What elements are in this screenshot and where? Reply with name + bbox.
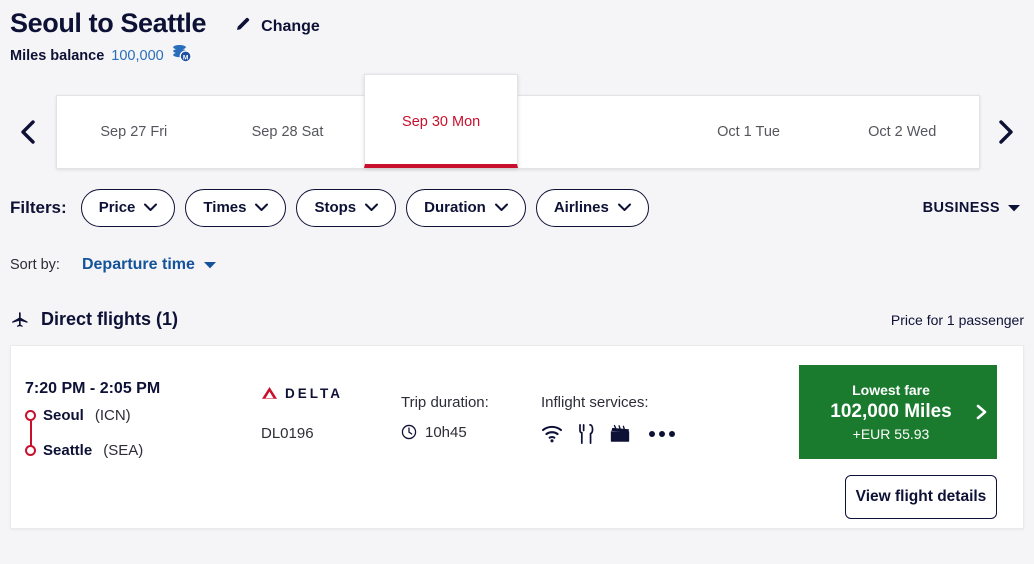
airline-column: DELTA DL0196 [261, 380, 401, 462]
service-icons [541, 423, 675, 444]
origin-dot-icon [25, 410, 36, 422]
destination-stop: Seattle (SEA) [25, 440, 261, 462]
fare-chevron [965, 402, 997, 422]
svg-text:M: M [183, 54, 189, 61]
origin-stop: Seoul (ICN) [25, 405, 261, 427]
services-title: Inflight services: [541, 393, 649, 411]
view-flight-details-button[interactable]: View flight details [845, 474, 997, 519]
filter-chip-duration-label: Duration [424, 199, 486, 217]
destination-dot-icon [25, 445, 36, 457]
filter-chip-stops-label: Stops [314, 199, 357, 217]
filter-chip-times[interactable]: Times [185, 188, 287, 227]
results-header: Direct flights (1) Price for 1 passenger [0, 306, 1034, 334]
page-title: Seoul to Seattle [10, 8, 207, 38]
lowest-fare-button[interactable]: Lowest fare 102,000 Miles +EUR 55.93 [799, 364, 997, 459]
entertainment-icon [610, 425, 630, 443]
date-tab-3-selected[interactable]: Sep 30 Mon [364, 73, 518, 168]
filters-row: Filters: Price Times Stops Duration Airl… [0, 188, 1034, 228]
flight-times-column: 7:20 PM - 2:05 PM Seoul (ICN) Seattle (S… [25, 380, 261, 462]
chevron-right-icon [999, 120, 1013, 144]
filter-chip-times-label: Times [203, 199, 247, 217]
caret-down-icon [1008, 204, 1020, 212]
page-header: Seoul to Seattle Change Miles balance 10… [0, 0, 1034, 68]
direct-flights-title: Direct flights (1) [41, 309, 179, 330]
origin-code: (ICN) [94, 407, 131, 425]
cabin-class-selector[interactable]: BUSINESS [923, 200, 1024, 216]
filter-chip-price-label: Price [98, 199, 136, 217]
sort-value-label: Departure time [81, 255, 195, 273]
next-dates-button[interactable] [978, 96, 1034, 168]
origin-city: Seoul [43, 407, 84, 425]
duration-value-row: 10h45 [401, 424, 541, 441]
flight-route: Seoul (ICN) Seattle (SEA) [25, 405, 261, 462]
miles-balance-value: 100,000 [111, 47, 164, 64]
sort-label: Sort by: [10, 256, 60, 273]
airplane-icon [12, 311, 28, 327]
destination-city: Seattle [43, 442, 93, 460]
chevron-down-icon [494, 203, 508, 212]
change-label: Change [261, 17, 320, 35]
chevron-down-icon [144, 203, 158, 212]
duration-column: Trip duration: 10h45 [401, 380, 541, 462]
miles-balance: Miles balance 100,000 M [10, 44, 1034, 68]
caret-down-icon [203, 261, 216, 269]
more-services-icon[interactable] [649, 430, 675, 437]
clock-icon [401, 425, 417, 440]
date-tabs: Sep 27 Fri Sep 28 Sat Sep 29 Sun Sep 30 … [56, 73, 980, 169]
duration-value: 10h45 [425, 423, 467, 441]
filter-chip-stops[interactable]: Stops [296, 188, 397, 227]
date-tab-4[interactable]: Oct 1 Tue [672, 96, 826, 168]
chevron-left-icon [21, 120, 35, 144]
chevron-down-icon [365, 203, 379, 212]
fare-label: Lowest fare [852, 381, 930, 398]
date-strip-container: Sep 27 Fri Sep 28 Sat Sep 29 Sun Sep 30 … [0, 73, 1034, 178]
services-column: Inflight services: [541, 380, 675, 462]
fare-miles: 102,000 Miles [830, 401, 952, 423]
filter-chip-airlines[interactable]: Airlines [535, 188, 649, 227]
fare-text: Lowest fare 102,000 Miles +EUR 55.93 [799, 382, 965, 443]
delta-logo: DELTA [261, 386, 401, 401]
sort-selector[interactable]: Departure time [82, 256, 216, 274]
direct-flights-heading: Direct flights (1) [10, 309, 178, 330]
flight-times: 7:20 PM - 2:05 PM [25, 379, 161, 397]
date-tab-1[interactable]: Sep 28 Sat [211, 96, 365, 168]
filter-chip-price[interactable]: Price [80, 188, 176, 227]
chevron-down-icon [617, 203, 631, 212]
destination-code: (SEA) [103, 442, 144, 460]
flight-number: DL0196 [261, 424, 314, 442]
pencil-icon [234, 15, 252, 38]
delta-widget-icon [262, 387, 277, 400]
filter-chip-airlines-label: Airlines [553, 199, 609, 217]
change-search-button[interactable]: Change [234, 15, 320, 38]
chevron-right-icon [976, 404, 986, 420]
chevron-down-icon [255, 203, 269, 212]
prev-dates-button[interactable] [0, 96, 56, 168]
filter-chip-duration[interactable]: Duration [406, 188, 526, 227]
sort-row: Sort by: Departure time [0, 252, 1034, 278]
miles-balance-label: Miles balance [10, 47, 105, 64]
airline-name: DELTA [285, 385, 343, 401]
cabin-class-value: BUSINESS [922, 199, 1000, 216]
miles-coins-icon: M [171, 44, 193, 68]
duration-title: Trip duration: [401, 393, 489, 411]
date-tab-5[interactable]: Oct 2 Wed [825, 96, 979, 168]
wifi-icon [541, 425, 563, 443]
fare-extra-cost: +EUR 55.93 [852, 426, 930, 443]
meal-icon [579, 423, 594, 444]
filters-label: Filters: [10, 197, 67, 217]
flight-result-card[interactable]: 7:20 PM - 2:05 PM Seoul (ICN) Seattle (S… [10, 344, 1024, 529]
route-row: Seoul to Seattle Change [10, 8, 1034, 40]
price-passenger-note: Price for 1 passenger [890, 311, 1024, 328]
date-tab-0[interactable]: Sep 27 Fri [57, 96, 211, 168]
